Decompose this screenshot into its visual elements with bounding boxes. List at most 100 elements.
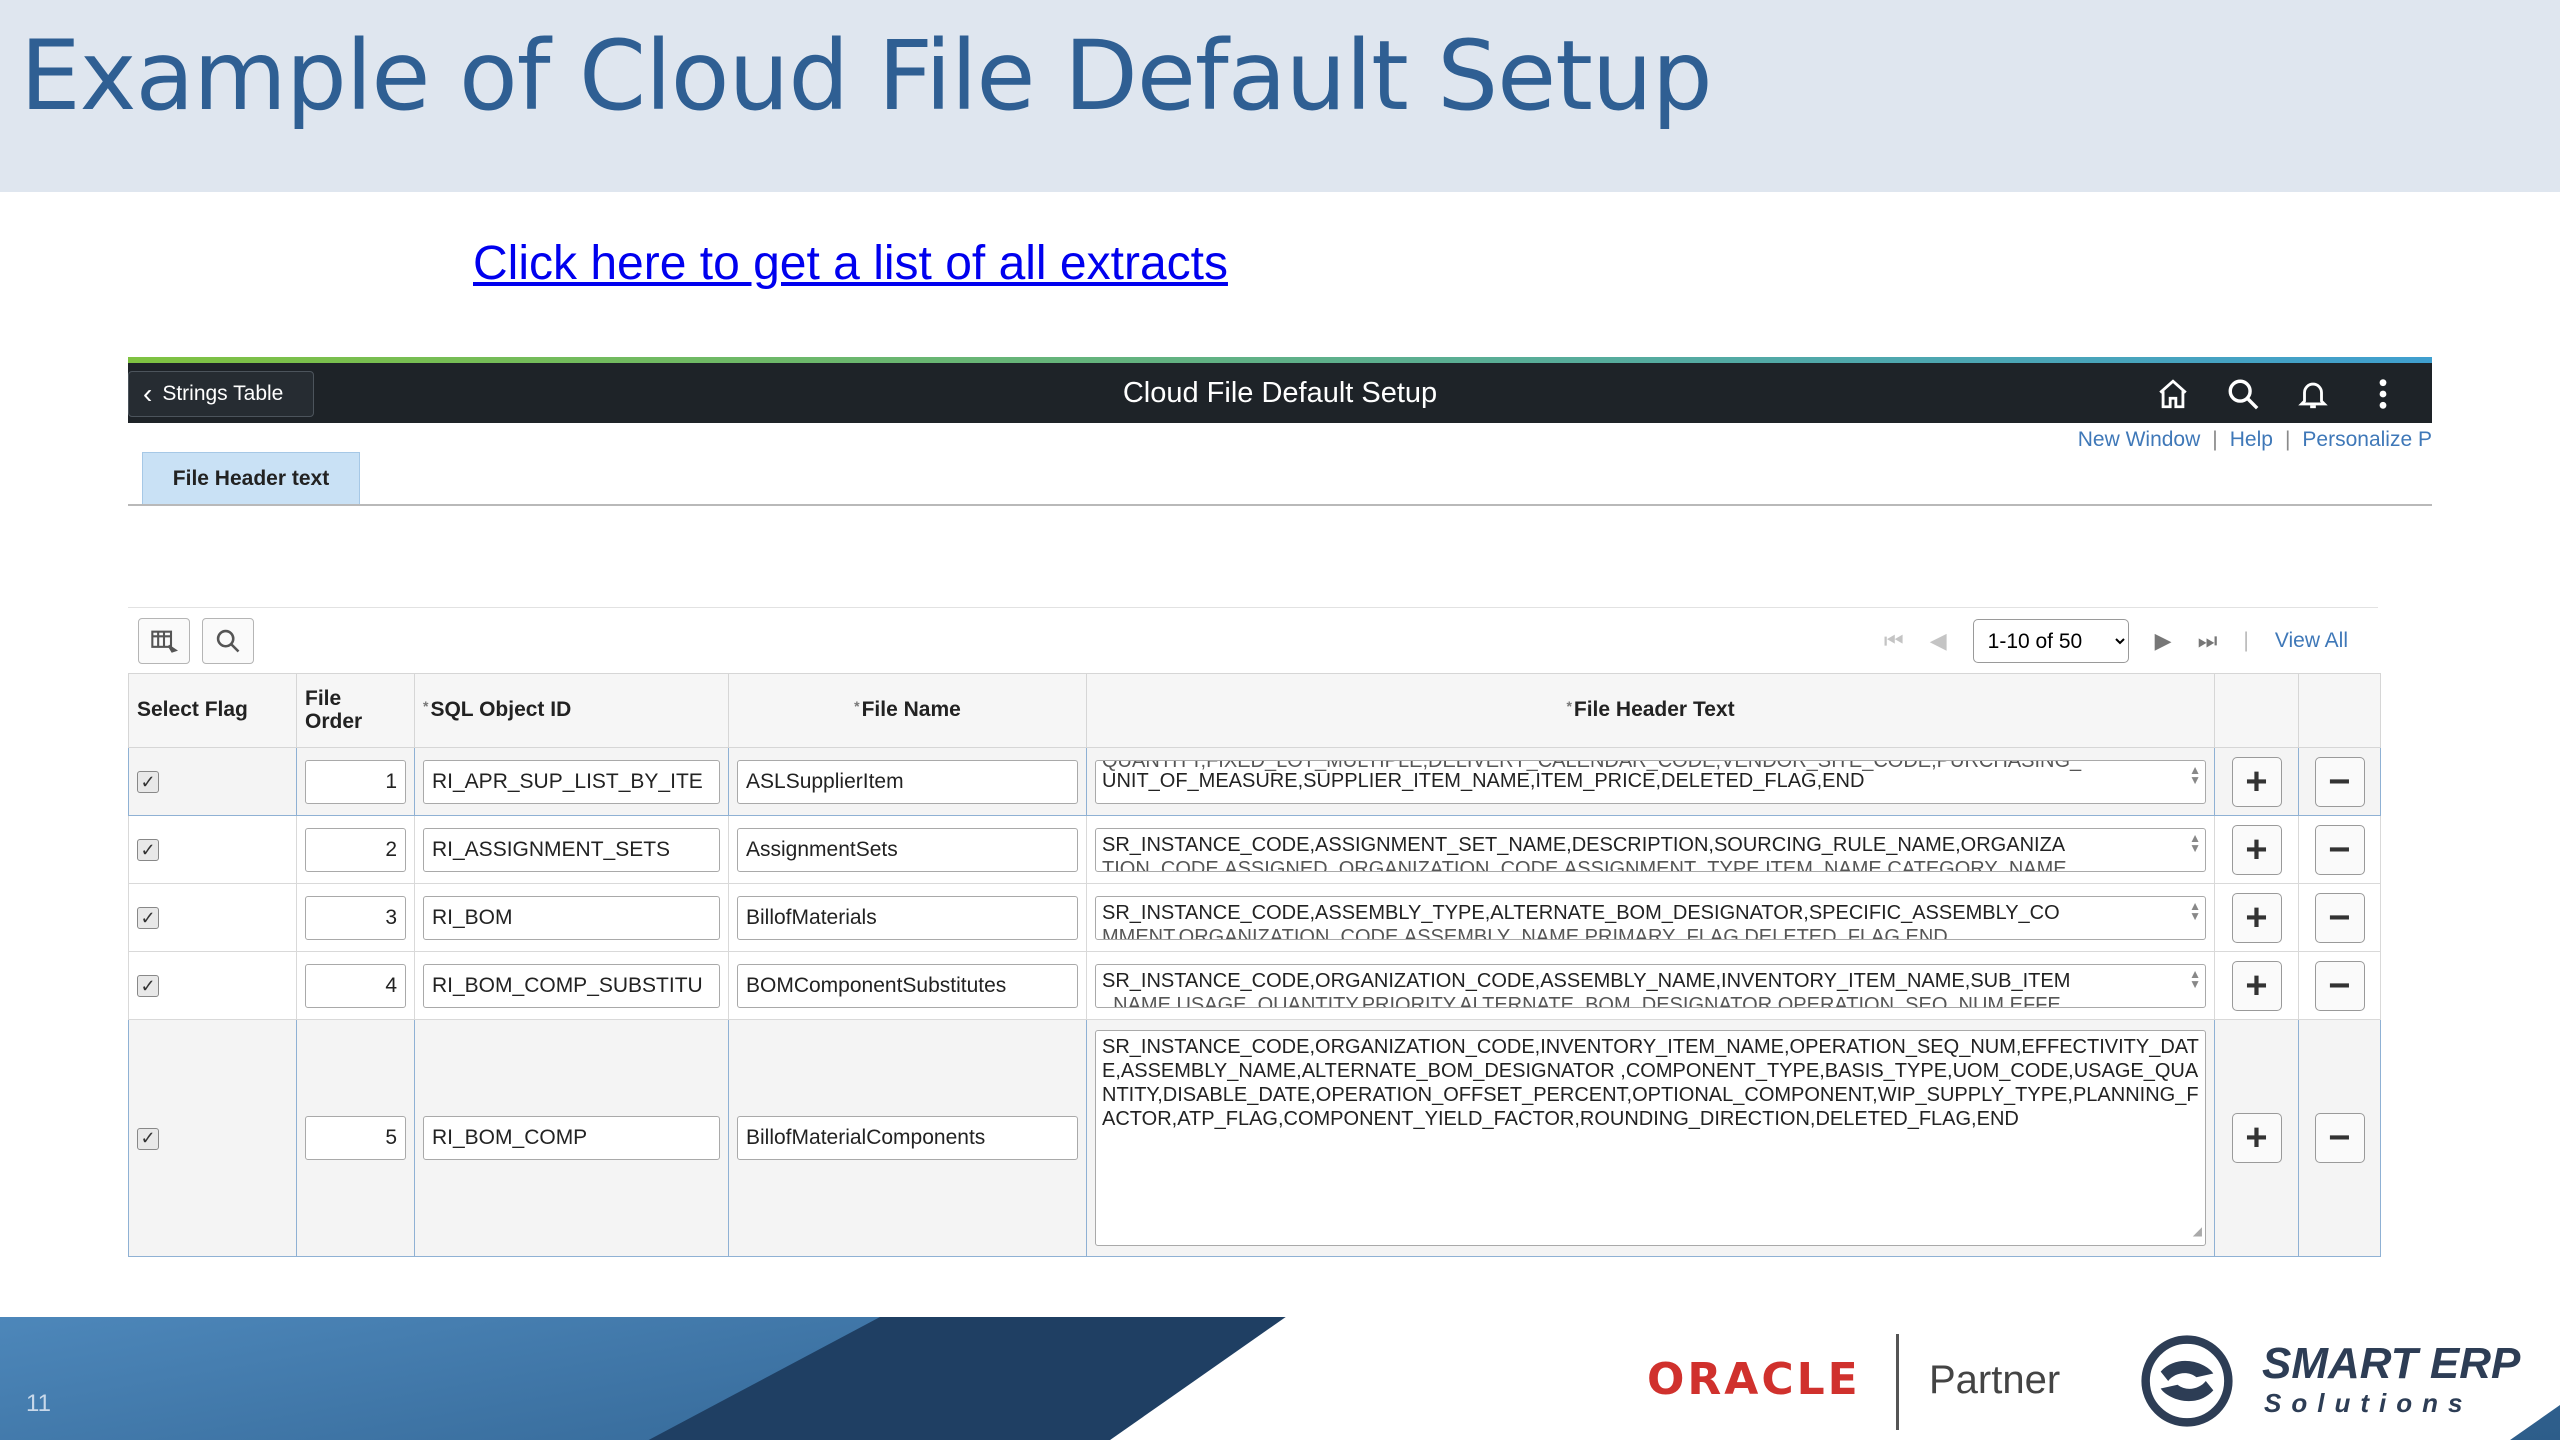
search-icon[interactable] [2224, 375, 2262, 413]
grid-header-row: Select Flag File Order *SQL Object ID *F… [128, 673, 2381, 748]
file-order-input[interactable]: 1 [305, 759, 406, 804]
header-text-clipped-line: MMENT,ORGANIZATION_CODE,ASSEMBLY_NAME,PR… [1102, 925, 1948, 940]
col-sql-object-id[interactable]: *SQL Object ID [414, 673, 729, 748]
table-row: ✓ 2 RI_ASSIGNMENT_SETS AssignmentSets SR… [128, 815, 2381, 884]
slide-title: Example of Cloud File Default Setup [20, 20, 1713, 132]
scroll-arrows-icon[interactable]: ▲ ▼ [2189, 764, 2201, 786]
col-file-name-label: File Name [861, 698, 961, 722]
file-order-input[interactable]: 4 [305, 963, 406, 1008]
file-name-input[interactable]: BillofMaterials [737, 895, 1078, 940]
file-order-input[interactable]: 3 [305, 895, 406, 940]
col-sql-object-id-label: SQL Object ID [430, 698, 572, 722]
required-icon: * [854, 698, 860, 715]
page-range-select[interactable]: 1-10 of 50 [1972, 619, 2129, 663]
first-page-icon[interactable]: ⏮ [1884, 628, 1904, 654]
grid-toolbar: ⏮ ◀ 1-10 of 50 ▶ ⏭ | View All [128, 607, 2378, 673]
file-name-input[interactable]: AssignmentSets [737, 827, 1078, 872]
bell-icon[interactable] [2294, 375, 2332, 413]
find-grid-button[interactable] [202, 618, 254, 664]
file-name-input[interactable]: BOMComponentSubstitutes [737, 963, 1078, 1008]
next-page-icon[interactable]: ▶ [2155, 628, 2172, 654]
delete-row-button[interactable]: − [2314, 960, 2365, 1011]
col-file-header-text-label: File Header Text [1573, 698, 1735, 722]
grid-pager: ⏮ ◀ 1-10 of 50 ▶ ⏭ | View All [1884, 618, 2348, 664]
header-text-line: UNIT_OF_MEASURE,SUPPLIER_ITEM_NAME,ITEM_… [1102, 769, 1865, 792]
col-file-order-label: File Order [305, 687, 363, 733]
pager-separator: | [2243, 629, 2249, 652]
top-links: New Window | Help | Personalize P [2078, 423, 2432, 457]
sql-object-id-input[interactable]: RI_BOM_COMP [423, 1116, 720, 1160]
file-header-text-area[interactable]: SR_INSTANCE_CODE,ORGANIZATION_CODE,ASSEM… [1095, 963, 2206, 1008]
file-name-input[interactable]: BillofMaterialComponents [737, 1116, 1078, 1160]
sql-object-id-input[interactable]: RI_APR_SUP_LIST_BY_ITE [423, 759, 720, 804]
link-separator: | [2212, 428, 2218, 451]
link-separator: | [2284, 428, 2291, 451]
delete-row-button[interactable]: − [2314, 1113, 2365, 1163]
last-page-icon[interactable]: ⏭ [2198, 628, 2218, 654]
select-flag-checkbox[interactable]: ✓ [137, 839, 159, 861]
new-window-link[interactable]: New Window [2078, 428, 2201, 452]
help-link[interactable]: Help [2230, 428, 2273, 452]
file-name-input[interactable]: ASLSupplierItem [737, 759, 1078, 804]
file-header-text-area[interactable]: SR_INSTANCE_CODE,ASSEMBLY_TYPE,ALTERNATE… [1095, 895, 2206, 940]
sql-object-id-input[interactable]: RI_ASSIGNMENT_SETS [423, 827, 720, 872]
back-button[interactable]: ‹ Strings Table [128, 371, 314, 417]
col-file-order[interactable]: File Order [296, 673, 415, 748]
header-text-clipped-line: QUANTITY,FIXED_LOT_MULTIPLE,DELIVERY_CAL… [1102, 759, 2082, 772]
tab-file-header-text[interactable]: File Header text [142, 452, 360, 504]
cloud-file-default-setup-app: Cloud File Default Setup ‹ Strings Table… [128, 357, 2432, 1257]
app-title: Cloud File Default Setup [1122, 377, 1438, 409]
col-select-flag[interactable]: Select Flag [128, 673, 297, 748]
back-button-label: Strings Table [162, 382, 284, 405]
header-text-line: SR_INSTANCE_CODE,ORGANIZATION_CODE,ASSEM… [1102, 969, 2071, 992]
kebab-menu-icon[interactable] [2364, 375, 2402, 413]
add-row-button[interactable]: + [2231, 960, 2282, 1011]
home-icon[interactable] [2154, 375, 2192, 413]
chevron-left-icon: ‹ [143, 378, 153, 409]
oracle-logo: ORACLE [1647, 1354, 1861, 1405]
select-flag-checkbox[interactable]: ✓ [137, 975, 159, 997]
scroll-arrows-icon[interactable]: ▲ ▼ [2189, 968, 2201, 990]
col-file-name[interactable]: *File Name [728, 673, 1087, 748]
file-header-text-area[interactable]: SR_INSTANCE_CODE,ORGANIZATION_CODE,INVEN… [1095, 1030, 2206, 1246]
col-add [2214, 673, 2299, 748]
add-row-button[interactable]: + [2231, 756, 2282, 807]
delete-row-button[interactable]: − [2314, 824, 2365, 875]
file-order-input[interactable]: 2 [305, 827, 406, 872]
resize-grip-icon[interactable]: ◢ [2193, 1219, 2202, 1243]
previous-page-icon[interactable]: ◀ [1930, 628, 1947, 654]
page-number: 11 [26, 1390, 51, 1417]
select-flag-checkbox[interactable]: ✓ [137, 907, 159, 929]
search-icon [216, 629, 240, 653]
col-delete [2298, 673, 2381, 748]
file-header-grid: Select Flag File Order *SQL Object ID *F… [128, 673, 2381, 1257]
scroll-arrows-icon[interactable]: ▲ ▼ [2189, 900, 2201, 922]
scroll-arrows-icon[interactable]: ▲ ▼ [2189, 832, 2201, 854]
required-icon: * [423, 698, 429, 715]
personalize-link[interactable]: Personalize P [2302, 428, 2432, 452]
add-row-button[interactable]: + [2231, 1113, 2282, 1163]
add-row-button[interactable]: + [2231, 824, 2282, 875]
file-header-text-area[interactable]: QUANTITY,FIXED_LOT_MULTIPLE,DELIVERY_CAL… [1095, 759, 2206, 804]
file-header-text-area[interactable]: SR_INSTANCE_CODE,ASSIGNMENT_SET_NAME,DES… [1095, 827, 2206, 872]
personalize-grid-button[interactable] [138, 618, 190, 664]
select-flag-checkbox[interactable]: ✓ [137, 771, 159, 793]
partner-label: Partner [1929, 1358, 2061, 1402]
select-flag-checkbox[interactable]: ✓ [137, 1127, 159, 1150]
sql-object-id-input[interactable]: RI_BOM_COMP_SUBSTITU [423, 963, 720, 1008]
table-row: ✓ 3 RI_BOM BillofMaterials SR_INSTANCE_C… [128, 883, 2381, 952]
header-text-line: SR_INSTANCE_CODE,ASSIGNMENT_SET_NAME,DES… [1102, 833, 2066, 856]
extracts-list-link[interactable]: Click here to get a list of all extracts [473, 236, 1228, 291]
table-row: ✓ 1 RI_APR_SUP_LIST_BY_ITE ASLSupplierIt… [128, 747, 2381, 816]
logo-divider [1896, 1334, 1899, 1430]
add-row-button[interactable]: + [2231, 892, 2282, 943]
brand-subtitle: Solutions [2264, 1388, 2473, 1418]
col-file-header-text[interactable]: *File Header Text [1086, 673, 2215, 748]
file-order-input[interactable]: 5 [305, 1116, 406, 1160]
delete-row-button[interactable]: − [2314, 892, 2365, 943]
sql-object-id-input[interactable]: RI_BOM [423, 895, 720, 940]
table-row: ✓ 4 RI_BOM_COMP_SUBSTITU BOMComponentSub… [128, 951, 2381, 1020]
delete-row-button[interactable]: − [2314, 756, 2365, 807]
header-icons [2154, 371, 2402, 417]
view-all-link[interactable]: View All [2275, 629, 2348, 653]
